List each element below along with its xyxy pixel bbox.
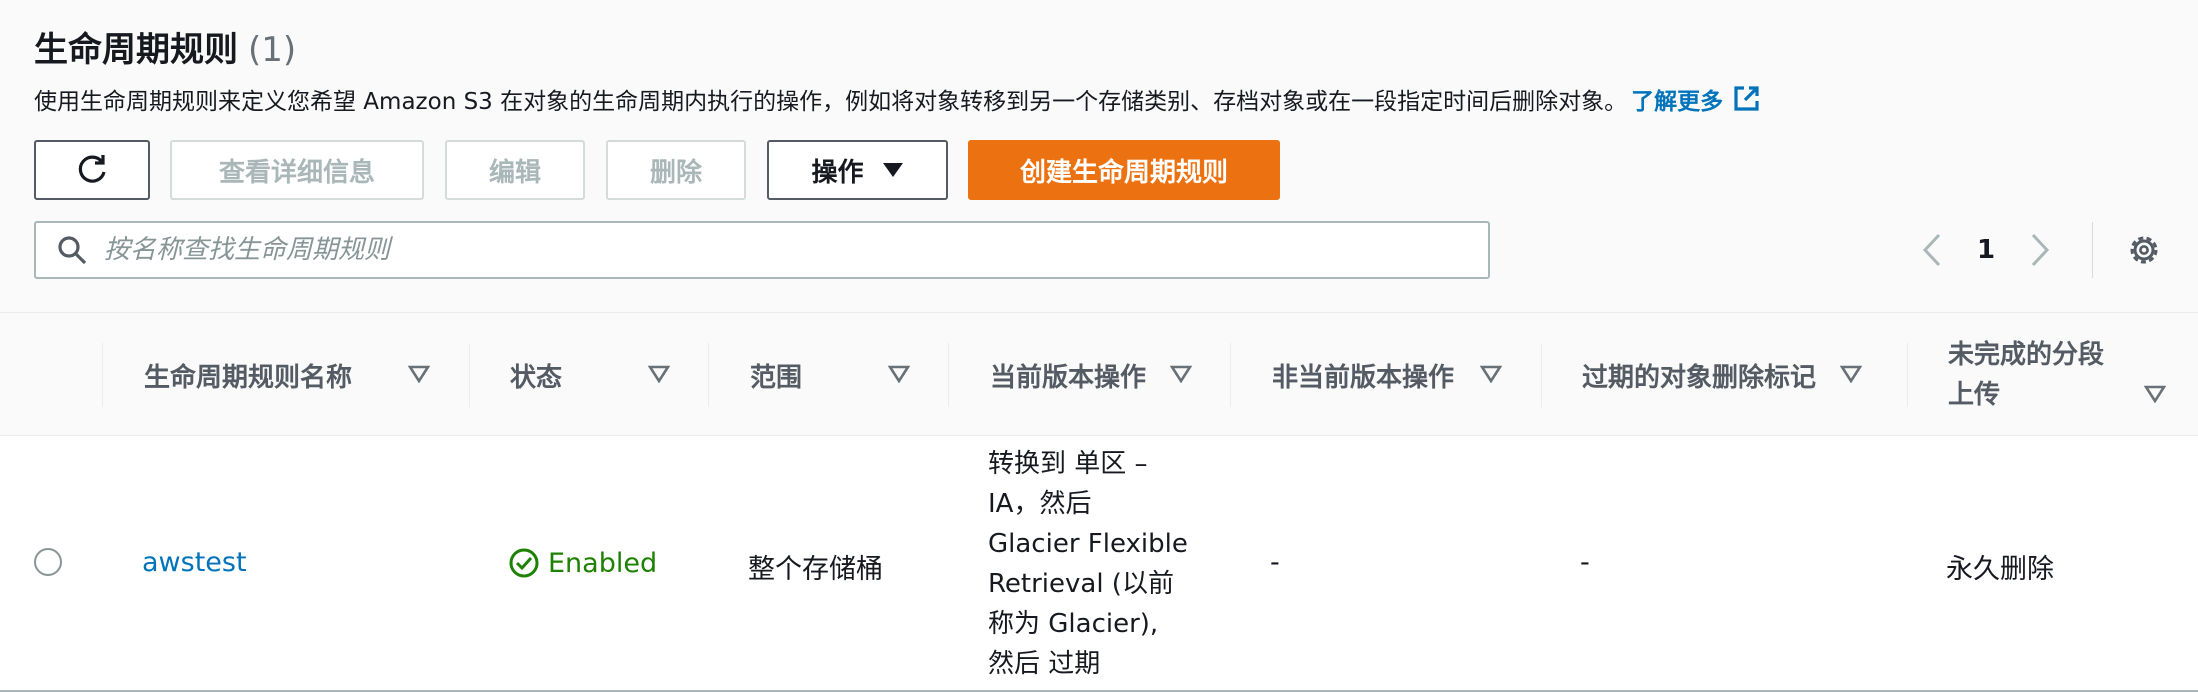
sort-icon — [1170, 365, 1192, 383]
status-badge: Enabled — [508, 547, 657, 579]
current-version-actions-cell: 转换到 单区 – IA，然后 Glacier Flexible Retrieva… — [988, 444, 1208, 684]
previous-page-button[interactable] — [1910, 224, 1954, 276]
refresh-button[interactable] — [34, 140, 150, 200]
current-action-line: Retrieval (以前 — [988, 569, 1174, 599]
chevron-left-icon — [1922, 233, 1941, 267]
rule-count: (1) — [248, 30, 297, 70]
column-header-scope[interactable]: 范围 — [750, 313, 948, 437]
column-header-expired-delete-markers[interactable]: 过期的对象删除标记 — [1582, 313, 1908, 437]
column-separator — [1230, 343, 1231, 407]
column-separator — [708, 343, 709, 407]
search-box[interactable] — [34, 221, 1490, 279]
column-header-status[interactable]: 状态 — [510, 313, 708, 437]
column-header-incomplete-multipart-uploads[interactable]: 未完成的分段上传 — [1948, 313, 2184, 437]
row-select-radio[interactable] — [34, 548, 62, 576]
pager-divider — [2092, 222, 2093, 278]
incomplete-multipart-cell: 永久删除 — [1946, 554, 2054, 585]
column-header-label: 当前版本操作 — [990, 362, 1147, 393]
delete-button[interactable]: 删除 — [606, 140, 746, 200]
column-separator — [1907, 343, 1908, 407]
rule-name-link[interactable]: awstest — [142, 547, 247, 578]
learn-more-link[interactable]: 了解更多 — [1631, 82, 1761, 116]
page-description: 使用生命周期规则来定义您希望 Amazon S3 在对象的生命周期内执行的操作，… — [34, 82, 1761, 116]
noncurrent-version-actions-cell: - — [1270, 547, 1280, 578]
sort-icon — [648, 365, 670, 383]
current-action-line: Glacier Flexible — [988, 529, 1188, 559]
current-action-line: 转换到 单区 – — [988, 449, 1148, 479]
current-action-line: 称为 Glacier), — [988, 609, 1159, 639]
actions-dropdown[interactable]: 操作 — [767, 140, 948, 200]
scope-cell: 整个存储桶 — [748, 554, 883, 585]
expired-delete-markers-cell: - — [1580, 547, 1590, 578]
pagination: 1 — [1910, 224, 2062, 276]
current-page-number[interactable]: 1 — [1954, 235, 2018, 265]
caret-down-icon — [882, 163, 903, 177]
sort-icon — [2144, 385, 2166, 403]
column-header-label: 范围 — [750, 362, 803, 393]
learn-more-label: 了解更多 — [1631, 89, 1724, 115]
sort-icon — [888, 365, 910, 383]
sort-icon — [1480, 365, 1502, 383]
search-input[interactable] — [104, 235, 1404, 265]
column-header-label: 状态 — [510, 362, 563, 393]
column-header-current-version-actions[interactable]: 当前版本操作 — [990, 313, 1230, 437]
chevron-right-icon — [2031, 233, 2050, 267]
current-action-line: 然后 过期 — [988, 649, 1101, 679]
status-text: Enabled — [548, 547, 658, 579]
column-header-rule-name[interactable]: 生命周期规则名称 — [144, 313, 470, 437]
sort-icon — [408, 365, 430, 383]
edit-button[interactable]: 编辑 — [445, 140, 585, 200]
column-header-label: 未完成的分段上传 — [1948, 340, 2105, 410]
gear-icon — [2130, 236, 2158, 264]
column-header-label: 生命周期规则名称 — [144, 362, 353, 393]
search-icon — [56, 234, 88, 266]
create-lifecycle-rule-button[interactable]: 创建生命周期规则 — [968, 140, 1280, 200]
description-text: 使用生命周期规则来定义您希望 Amazon S3 在对象的生命周期内执行的操作，… — [34, 89, 1628, 115]
current-action-line: IA，然后 — [988, 489, 1092, 519]
column-header-label: 过期的对象删除标记 — [1582, 362, 1817, 393]
status-success-icon — [509, 548, 539, 578]
external-link-icon — [1734, 86, 1759, 111]
table-header-row: 生命周期规则名称 状态 范围 当前版本操作 非当前版本操作 过期的对象删除标记 … — [0, 312, 2198, 436]
refresh-icon — [78, 155, 106, 183]
preferences-button[interactable] — [2122, 228, 2166, 272]
column-separator — [102, 343, 103, 407]
column-separator — [948, 343, 949, 407]
column-separator — [1541, 343, 1542, 407]
actions-label: 操作 — [811, 157, 864, 188]
view-details-button[interactable]: 查看详细信息 — [170, 140, 424, 200]
page-title: 生命周期规则 — [34, 30, 238, 70]
sort-icon — [1840, 365, 1862, 383]
page-title-row: 生命周期规则 (1) — [34, 22, 296, 71]
column-header-noncurrent-version-actions[interactable]: 非当前版本操作 — [1272, 313, 1542, 437]
column-header-label: 非当前版本操作 — [1272, 362, 1455, 393]
column-separator — [469, 343, 470, 407]
next-page-button[interactable] — [2018, 224, 2062, 276]
